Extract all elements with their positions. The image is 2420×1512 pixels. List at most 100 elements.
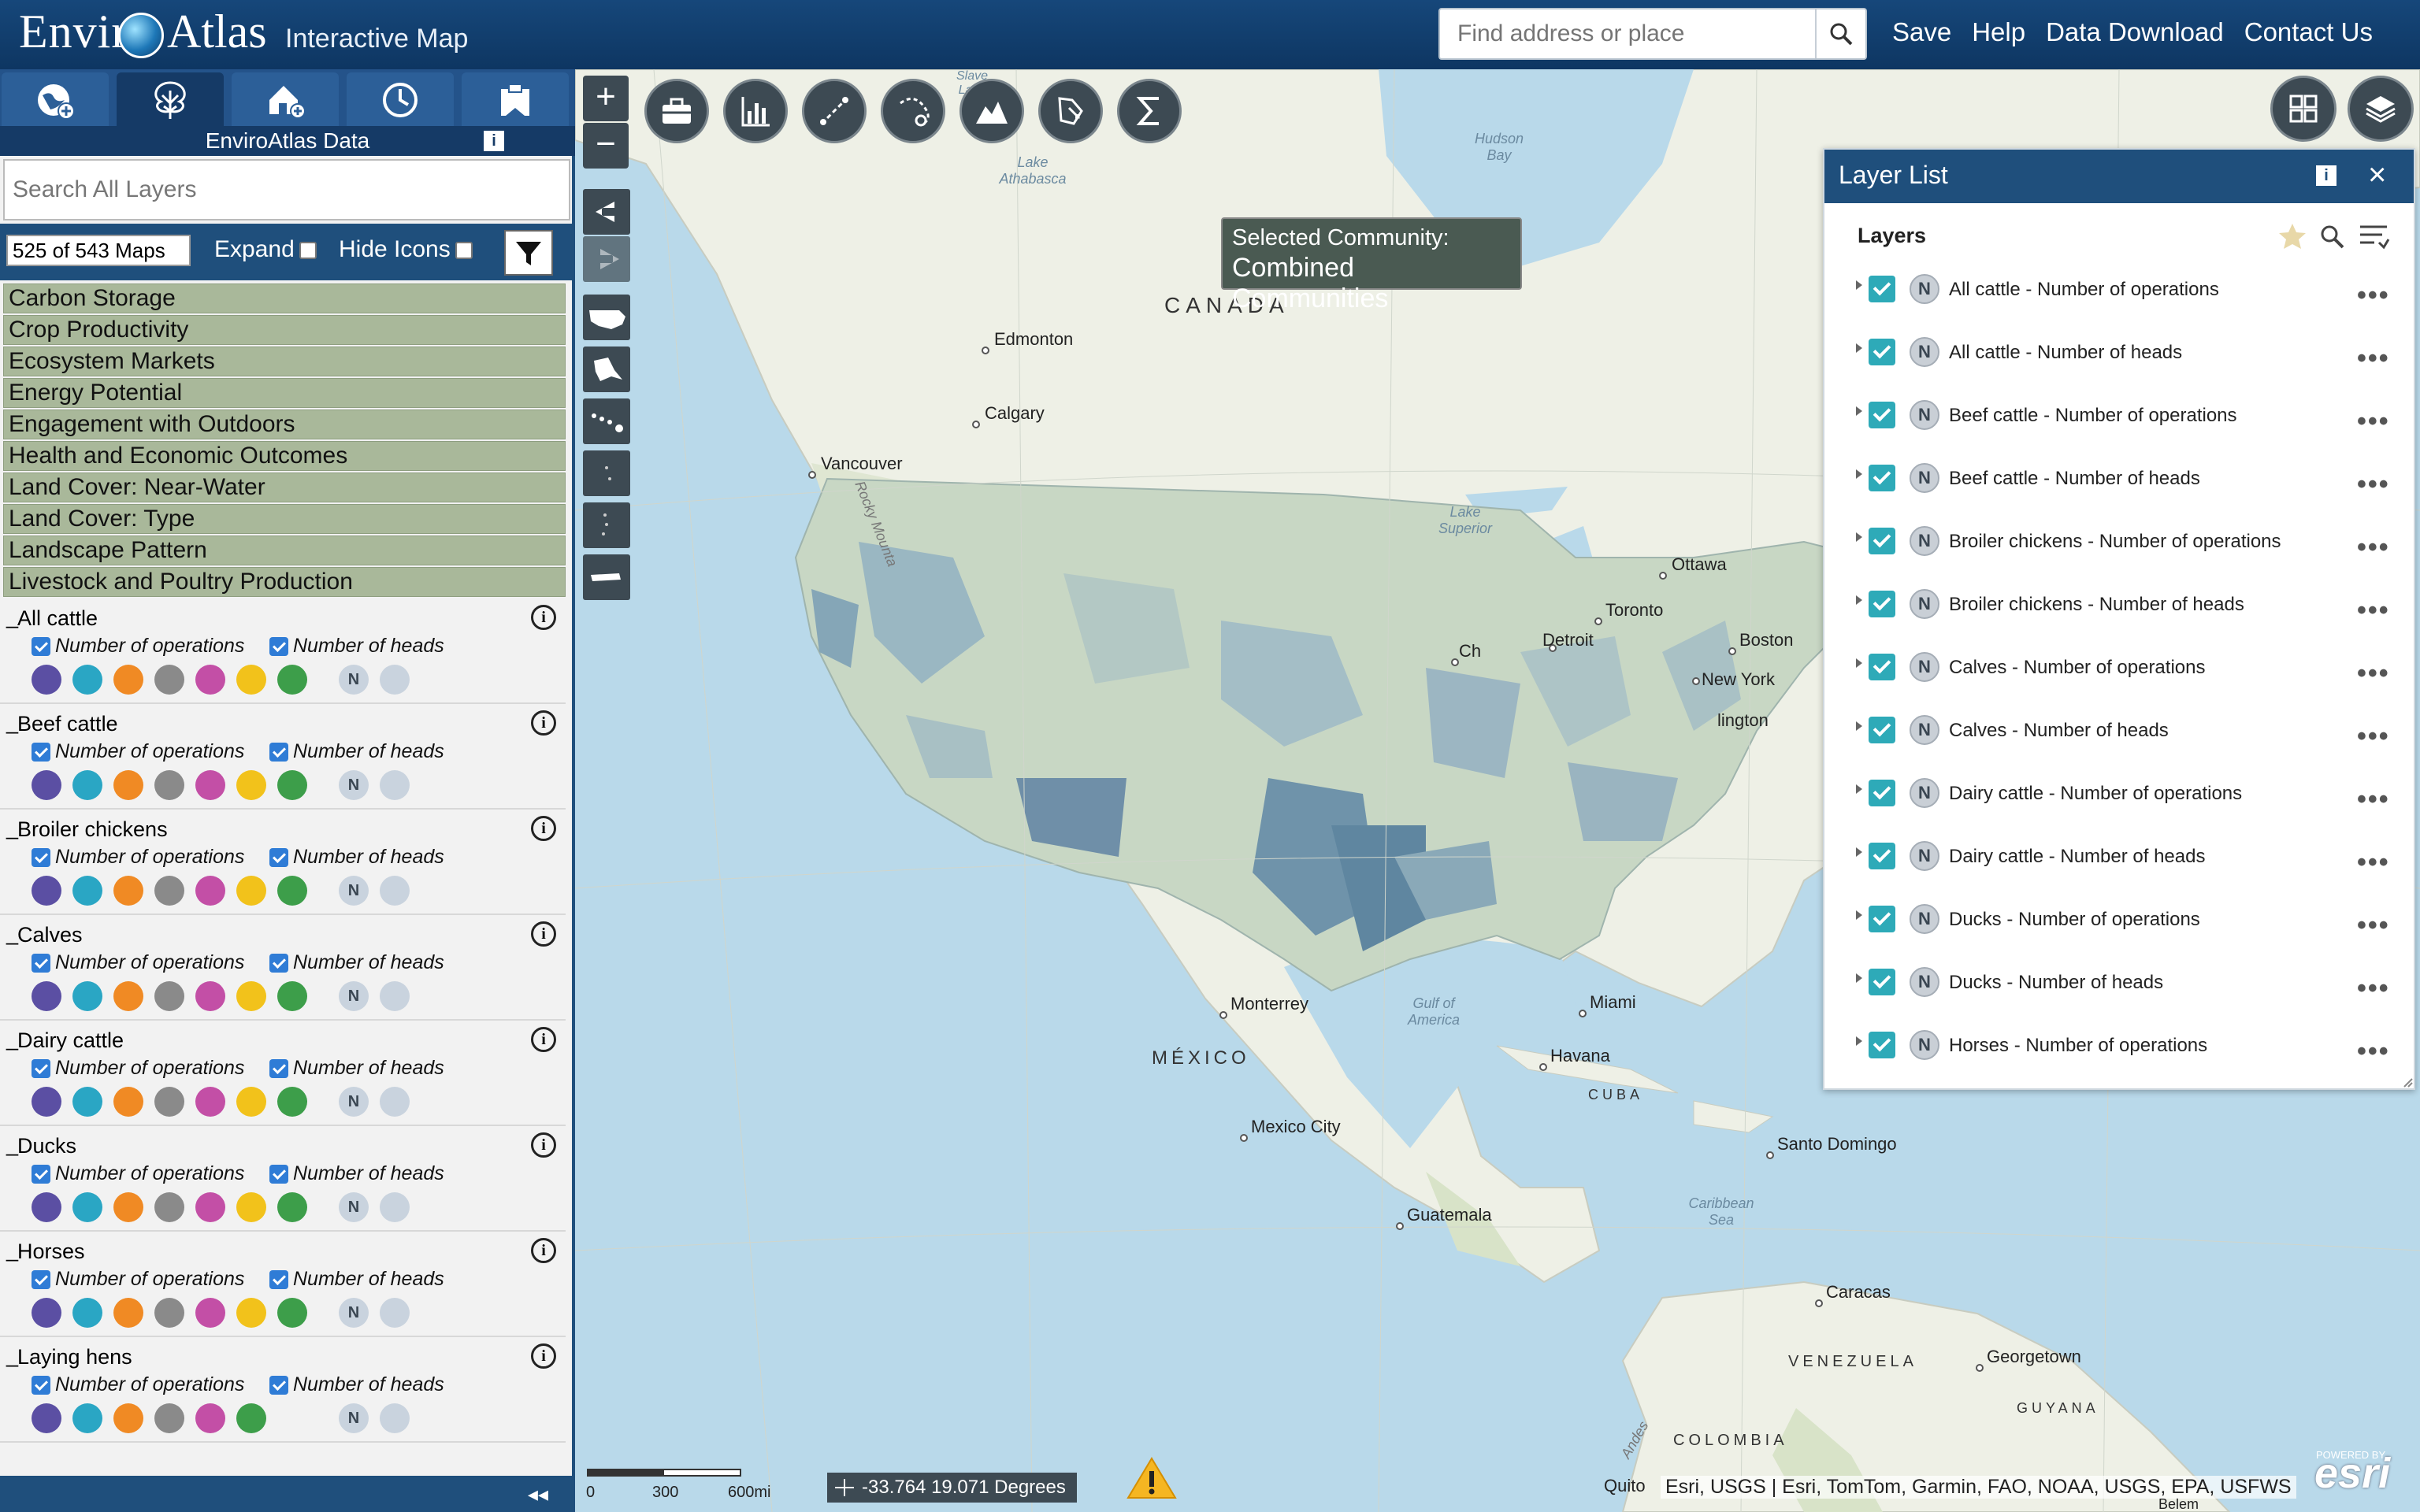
layer-visibility-checkbox[interactable] xyxy=(1869,969,1895,995)
fire-icon[interactable] xyxy=(154,1403,184,1433)
expand-arrow-icon[interactable] xyxy=(1856,784,1862,794)
recreation-icon[interactable] xyxy=(195,876,225,906)
biodiversity-icon[interactable] xyxy=(277,981,307,1011)
food-icon[interactable] xyxy=(236,1192,266,1222)
checkbox[interactable] xyxy=(269,743,288,762)
widget-grid-button[interactable] xyxy=(2270,76,2336,142)
farm-icon[interactable] xyxy=(380,981,410,1011)
layer-name[interactable]: All cattle - Number of heads xyxy=(1949,342,2182,364)
layer-visibility-checkbox[interactable] xyxy=(1869,654,1895,680)
list-options-icon[interactable] xyxy=(2359,222,2390,250)
food-icon[interactable] xyxy=(236,876,266,906)
food-icon[interactable] xyxy=(236,1403,266,1433)
more-options-icon[interactable]: ••• xyxy=(2357,721,2390,752)
national-scale-icon[interactable]: N xyxy=(339,981,369,1011)
layer-name[interactable]: All cattle - Number of operations xyxy=(1949,279,2219,301)
category-item[interactable]: Land Cover: Type xyxy=(3,504,566,534)
number-of-heads-option[interactable]: Number of heads xyxy=(269,1268,444,1291)
summarize-tool-button[interactable] xyxy=(1117,79,1182,143)
info-icon[interactable]: i xyxy=(2316,165,2336,186)
search-icon[interactable] xyxy=(2318,222,2346,250)
warning-button[interactable] xyxy=(1126,1455,1177,1505)
climate-icon[interactable] xyxy=(32,1192,61,1222)
layer-group-title[interactable]: Dairy cattle xyxy=(6,1027,124,1053)
more-options-icon[interactable]: ••• xyxy=(2357,532,2390,563)
layer-group-title[interactable]: All cattle xyxy=(6,605,98,631)
zoom-out-button[interactable]: − xyxy=(583,123,629,169)
measure-tool-button[interactable] xyxy=(802,79,867,143)
national-scale-icon[interactable]: N xyxy=(339,876,369,906)
recreation-icon[interactable] xyxy=(195,1087,225,1117)
tab-enviroatlas-data[interactable] xyxy=(117,72,224,128)
thermometer-icon[interactable] xyxy=(113,665,143,695)
data-download-link[interactable]: Data Download xyxy=(2046,17,2224,47)
expand-checkbox[interactable]: Expand xyxy=(214,236,317,263)
national-scale-icon[interactable]: N xyxy=(339,1192,369,1222)
expand-arrow-icon[interactable] xyxy=(1856,280,1862,290)
zoom-hawaii-button[interactable] xyxy=(583,398,630,444)
number-of-heads-option[interactable]: Number of heads xyxy=(269,1162,444,1185)
checkbox[interactable] xyxy=(32,1376,50,1395)
select-tool-button[interactable] xyxy=(1038,79,1103,143)
more-options-icon[interactable]: ••• xyxy=(2357,595,2390,626)
zoom-alaska-button[interactable] xyxy=(583,346,630,392)
expand-arrow-icon[interactable] xyxy=(1856,973,1862,983)
more-options-icon[interactable]: ••• xyxy=(2357,343,2390,374)
address-search-input[interactable] xyxy=(1440,9,1817,58)
zoom-puerto-rico-button[interactable] xyxy=(583,554,630,600)
layer-list-row[interactable]: N Broiler chickens - Number of operations… xyxy=(1824,521,2414,584)
layer-name[interactable]: Ducks - Number of operations xyxy=(1949,909,2200,931)
recreation-icon[interactable] xyxy=(195,1298,225,1328)
expand-arrow-icon[interactable] xyxy=(1856,721,1862,731)
farm-icon[interactable] xyxy=(380,1087,410,1117)
biodiversity-icon[interactable] xyxy=(277,1087,307,1117)
water-icon[interactable] xyxy=(72,981,102,1011)
layer-visibility-checkbox[interactable] xyxy=(1869,528,1895,554)
more-options-icon[interactable]: ••• xyxy=(2357,280,2390,311)
more-options-icon[interactable]: ••• xyxy=(2357,847,2390,878)
hide-icons-box[interactable] xyxy=(455,242,473,260)
category-item[interactable]: Crop Productivity xyxy=(3,315,566,345)
category-item[interactable]: Engagement with Outdoors xyxy=(3,410,566,439)
checkbox[interactable] xyxy=(269,637,288,657)
more-options-icon[interactable]: ••• xyxy=(2357,1036,2390,1067)
biodiversity-icon[interactable] xyxy=(277,1298,307,1328)
info-icon[interactable]: i xyxy=(484,131,504,151)
more-options-icon[interactable]: ••• xyxy=(2357,469,2390,500)
fire-icon[interactable] xyxy=(154,876,184,906)
climate-icon[interactable] xyxy=(32,981,61,1011)
water-icon[interactable] xyxy=(72,876,102,906)
expand-arrow-icon[interactable] xyxy=(1856,469,1862,479)
layer-list-button[interactable] xyxy=(2348,76,2414,142)
fire-icon[interactable] xyxy=(154,665,184,695)
zoom-conus-button[interactable] xyxy=(583,295,630,340)
national-scale-icon[interactable]: N xyxy=(339,770,369,800)
layer-list-row[interactable]: N Calves - Number of operations ••• xyxy=(1824,647,2414,710)
number-of-heads-option[interactable]: Number of heads xyxy=(269,846,444,869)
fire-icon[interactable] xyxy=(154,1192,184,1222)
thermometer-icon[interactable] xyxy=(113,1192,143,1222)
checkbox[interactable] xyxy=(269,1376,288,1395)
layer-group-title[interactable]: Laying hens xyxy=(6,1343,132,1369)
water-icon[interactable] xyxy=(72,770,102,800)
help-link[interactable]: Help xyxy=(1972,17,2025,47)
zoom-guam-button[interactable] xyxy=(583,502,630,548)
water-icon[interactable] xyxy=(72,1087,102,1117)
coordinate-readout[interactable]: -33.764 19.071 Degrees xyxy=(827,1473,1077,1503)
expand-arrow-icon[interactable] xyxy=(1856,532,1862,542)
thermometer-icon[interactable] xyxy=(113,876,143,906)
layer-group-title[interactable]: Beef cattle xyxy=(6,710,118,736)
tab-timeseries[interactable] xyxy=(347,72,454,128)
layer-visibility-checkbox[interactable] xyxy=(1869,780,1895,806)
climate-icon[interactable] xyxy=(32,1087,61,1117)
search-all-layers-input[interactable]: Search All Layers xyxy=(3,159,570,220)
checkbox[interactable] xyxy=(32,954,50,973)
farm-icon[interactable] xyxy=(380,1298,410,1328)
layer-list-row[interactable]: N All cattle - Number of heads ••• xyxy=(1824,332,2414,395)
number-of-heads-option[interactable]: Number of heads xyxy=(269,635,444,658)
category-item[interactable]: Ecosystem Markets xyxy=(3,346,566,376)
previous-extent-button[interactable] xyxy=(583,189,630,235)
info-icon[interactable]: i xyxy=(531,605,556,630)
layer-list-row[interactable]: N Horses - Number of operations ••• xyxy=(1824,1025,2414,1088)
more-options-icon[interactable]: ••• xyxy=(2357,784,2390,815)
